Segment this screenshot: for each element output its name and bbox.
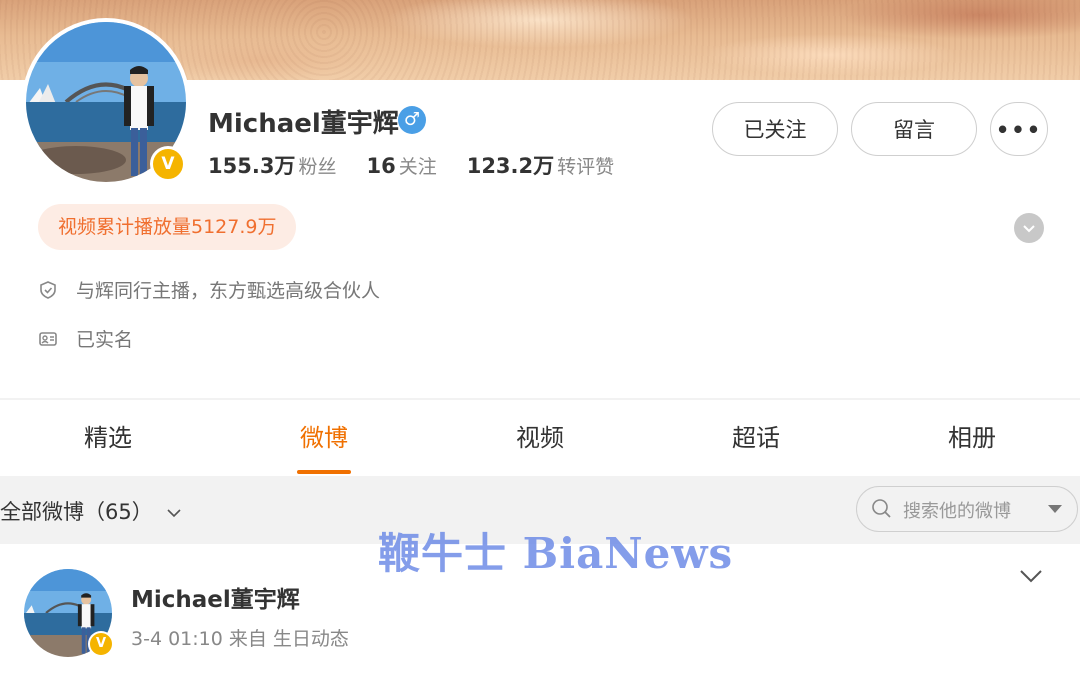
- search-placeholder: 搜索他的微博: [903, 501, 1011, 522]
- bio-row: 与辉同行主播，东方甄选高级合伙人: [38, 276, 380, 303]
- profile-avatar[interactable]: V: [22, 18, 190, 186]
- shield-check-icon: [40, 280, 56, 299]
- real-name-row: 已实名: [38, 325, 133, 352]
- stat-value: 123.2万: [466, 154, 555, 178]
- expand-profile-chevron-icon[interactable]: [1014, 213, 1044, 243]
- profile-tabs: 精选 微博 视频 超话 相册: [0, 400, 1080, 476]
- id-card-icon: [39, 331, 57, 346]
- stat-label: 粉丝: [298, 156, 337, 178]
- chevron-down-icon: [167, 509, 181, 518]
- profile-name: Michael董宇辉: [208, 109, 399, 139]
- stat-label: 转评赞: [557, 156, 615, 178]
- verified-badge-icon: V: [150, 146, 186, 182]
- tab-video[interactable]: 视频: [432, 400, 648, 476]
- all-weibo-filter-label: 全部微博（65）: [0, 500, 153, 524]
- video-plays-badge[interactable]: 视频累计播放量5127.9万: [38, 204, 297, 250]
- stat-value: 155.3万: [208, 154, 296, 178]
- caret-down-icon[interactable]: [1047, 503, 1063, 515]
- profile-stats: 155.3万 粉丝 16 关注 123.2万 转评赞: [208, 150, 614, 180]
- tab-album[interactable]: 相册: [864, 400, 1080, 476]
- post-meta: 3-4 01:10 来自 生日动态: [131, 628, 349, 650]
- male-gender-icon: ♂: [398, 106, 426, 134]
- post-author-avatar[interactable]: V: [22, 567, 114, 659]
- followed-button[interactable]: 已关注: [712, 102, 838, 156]
- message-button[interactable]: 留言: [851, 102, 977, 156]
- stat-label: 关注: [398, 156, 437, 178]
- tab-super-topic[interactable]: 超话: [648, 400, 864, 476]
- bianews-watermark: 鞭牛士 BiaNews: [378, 529, 734, 578]
- stat-followers[interactable]: 155.3万 粉丝: [208, 150, 336, 180]
- all-weibo-filter[interactable]: 全部微博（65）: [0, 496, 183, 526]
- stat-following[interactable]: 16 关注: [366, 152, 436, 179]
- stat-interactions[interactable]: 123.2万 转评赞: [467, 150, 614, 180]
- chevron-down-icon: [1023, 225, 1035, 233]
- tab-weibo[interactable]: 微博: [216, 400, 432, 476]
- verified-badge-icon: V: [88, 631, 114, 657]
- post-author-name[interactable]: Michael董宇辉: [131, 580, 300, 614]
- more-options-button[interactable]: •••: [990, 102, 1048, 156]
- stat-value: 16: [366, 154, 396, 178]
- tab-featured[interactable]: 精选: [0, 400, 216, 476]
- search-icon: [872, 499, 891, 518]
- real-name-text: 已实名: [76, 329, 134, 351]
- search-his-weibo-input[interactable]: 搜索他的微博: [856, 486, 1078, 532]
- bio-text: 与辉同行主播，东方甄选高级合伙人: [76, 280, 381, 302]
- post-options-chevron-icon[interactable]: [1018, 566, 1044, 586]
